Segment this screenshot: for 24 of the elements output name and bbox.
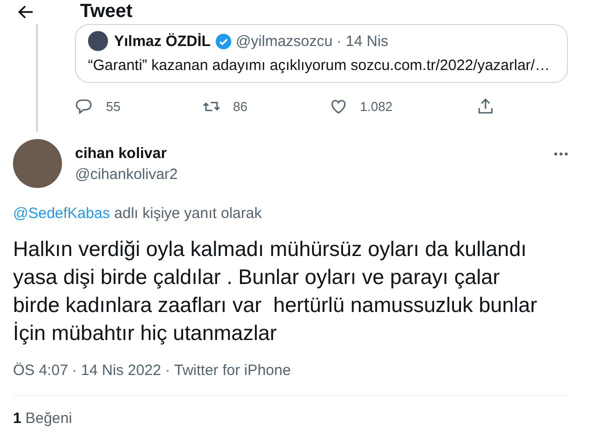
quoted-tweet-card[interactable]: Yılmaz ÖZDİL @yilmazsozcu · 14 Nis “Garanti” kazanan adayımı açıklıyorum sozcu.com.tr/2022/yazarlar/… xyxy=(75,24,568,83)
page-title: Tweet xyxy=(80,0,132,22)
heart-icon[interactable] xyxy=(329,97,348,116)
tweet-text: Halkın verdiği oyla kalmadı mühürsüz oyları da kullandı yasa dişi birde çaldılar . Bunlar oyları ve parayı çalar birde kadınlara zaafları var hertürlü namussuzluk bunlar İçin mübahtır hiç utanmazlar xyxy=(13,237,538,347)
quoted-tweet-text: “Garanti” kazanan adayımı açıklıyorum sozcu.com.tr/2022/yazarlar/… xyxy=(88,57,551,74)
author-handle: @yilmazsozcu xyxy=(236,32,333,50)
separator-dot: · xyxy=(165,362,170,379)
author-name[interactable]: cihan kolivar xyxy=(75,145,552,162)
likes-count[interactable]: 1 Beğeni xyxy=(13,410,570,427)
author-handle[interactable]: @cihankolivar2 xyxy=(75,166,552,183)
author-name: Yılmaz ÖZDİL xyxy=(114,32,211,50)
action-count: 1.082 xyxy=(360,99,393,114)
tweet-date: · 14 Nis xyxy=(336,32,388,50)
avatar-placeholder[interactable] xyxy=(13,139,62,188)
tweet-source[interactable]: Twitter for iPhone xyxy=(174,362,291,379)
avatar-placeholder xyxy=(88,31,108,51)
separator-dot: · xyxy=(72,362,78,379)
action-count: 55 xyxy=(106,99,120,114)
speech-bubble-icon[interactable] xyxy=(75,97,94,116)
action-count: 86 xyxy=(233,99,248,114)
reply-context: @SedefKabas adlı kişiye yanıt olarak xyxy=(13,205,263,222)
upload-icon[interactable] xyxy=(476,97,495,116)
tweet-time[interactable]: ÖS 4:07 xyxy=(13,362,68,379)
tweet-date[interactable]: 14 Nis 2022 xyxy=(81,362,162,379)
